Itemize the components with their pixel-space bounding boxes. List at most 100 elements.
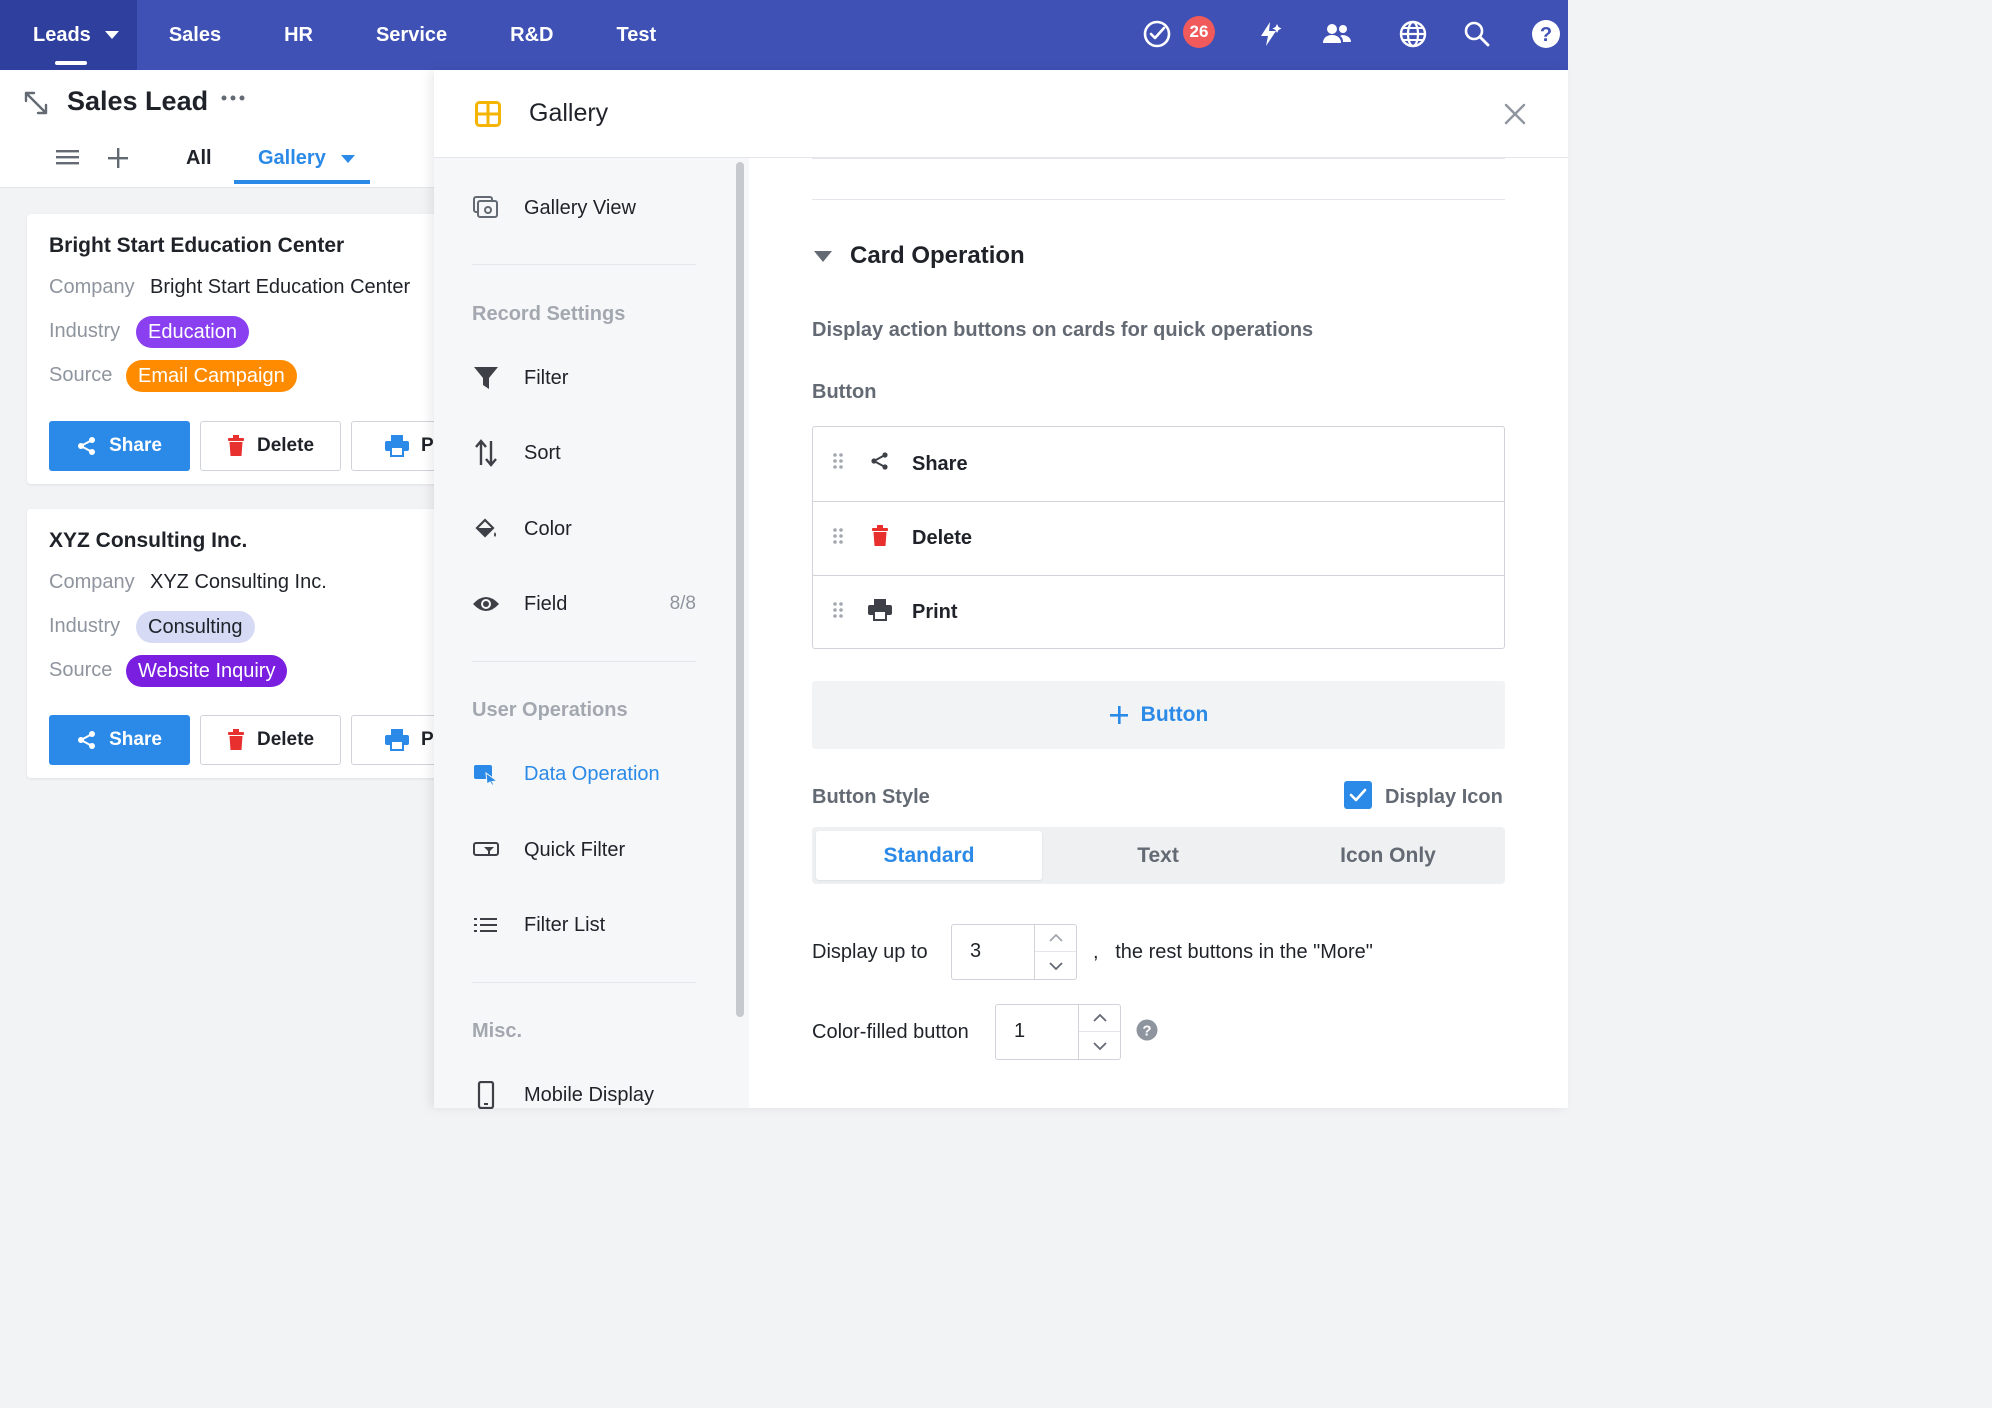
style-standard[interactable]: Standard xyxy=(816,831,1042,880)
chevron-down-icon[interactable] xyxy=(1079,1032,1120,1059)
gallery-grid-icon xyxy=(475,101,501,132)
share-button[interactable]: Share xyxy=(49,421,190,471)
eye-icon xyxy=(472,590,500,618)
delete-button[interactable]: Delete xyxy=(200,715,341,765)
nav-tab-test[interactable]: Test xyxy=(616,0,656,70)
share-button[interactable]: Share xyxy=(49,715,190,765)
nav-tab-rd[interactable]: R&D xyxy=(510,0,553,70)
add-view-icon[interactable] xyxy=(107,147,129,174)
sidebar-item-field[interactable]: Field 8/8 xyxy=(472,584,696,624)
add-button-label: Button xyxy=(1140,703,1209,726)
gallery-card[interactable]: XYZ Consulting Inc. Company XYZ Consulti… xyxy=(27,509,492,778)
plus-icon xyxy=(1109,706,1128,724)
tasks-check-icon[interactable] xyxy=(1140,17,1174,51)
nav-tab-hr[interactable]: HR xyxy=(284,0,313,70)
card-title: Bright Start Education Center xyxy=(49,234,345,257)
sort-icon xyxy=(472,439,500,467)
add-button[interactable]: Button xyxy=(812,681,1505,749)
display-icon-checkbox[interactable] xyxy=(1344,781,1372,809)
gallery-card[interactable]: Bright Start Education Center Company Br… xyxy=(27,214,492,484)
tab-all[interactable]: All xyxy=(186,147,212,170)
share-icon xyxy=(78,437,96,455)
globe-icon[interactable] xyxy=(1396,17,1430,51)
sidebar-item-filter-list[interactable]: Filter List xyxy=(472,905,696,945)
trash-icon xyxy=(871,524,889,553)
style-text[interactable]: Text xyxy=(1045,831,1271,880)
display-icon-label: Display Icon xyxy=(1385,786,1503,808)
mobile-phone-icon xyxy=(472,1081,500,1109)
list-menu-icon[interactable] xyxy=(56,148,80,173)
field-count: 8/8 xyxy=(669,593,696,614)
card-title: XYZ Consulting Inc. xyxy=(49,529,248,552)
sidebar-item-label: Field xyxy=(524,592,568,615)
collapse-arrows-icon[interactable] xyxy=(23,90,49,121)
svg-text:?: ? xyxy=(1142,1023,1151,1040)
list-header: Sales Lead All Gallery xyxy=(0,70,436,188)
drag-handle-icon[interactable] xyxy=(832,527,844,551)
section-title: Card Operation xyxy=(850,242,1025,269)
more-dots-icon[interactable] xyxy=(221,90,245,108)
collapse-caret-icon[interactable] xyxy=(814,251,832,262)
close-icon[interactable] xyxy=(1504,103,1526,130)
sidebar-item-data-operation[interactable]: Data Operation xyxy=(472,754,696,794)
industry-label: Industry xyxy=(49,320,121,342)
nav-tab-label: Sales xyxy=(168,23,222,46)
data-operation-icon xyxy=(472,760,500,788)
lightning-icon[interactable] xyxy=(1252,17,1286,51)
stepper-value: 3 xyxy=(970,940,982,962)
sidebar-scrollbar[interactable] xyxy=(736,162,744,1017)
notification-badge[interactable]: 26 xyxy=(1183,16,1215,48)
sidebar-item-filter[interactable]: Filter xyxy=(472,358,696,398)
sidebar-item-label: Filter xyxy=(524,366,569,389)
list-item[interactable]: Print xyxy=(813,575,1504,649)
stepper-controls xyxy=(1078,1005,1120,1059)
trash-icon xyxy=(227,435,244,456)
sidebar-item-color[interactable]: Color xyxy=(472,509,696,549)
color-filled-stepper[interactable]: 1 xyxy=(995,1004,1121,1060)
sidebar-item-label: Mobile Display xyxy=(524,1083,655,1106)
button-style-label: Button Style xyxy=(812,786,930,808)
tab-active-indicator xyxy=(234,180,370,184)
company-value: XYZ Consulting Inc. xyxy=(150,571,327,593)
users-icon[interactable] xyxy=(1320,17,1354,51)
share-icon xyxy=(870,451,890,477)
delete-label: Delete xyxy=(256,729,315,750)
settings-sidebar: Gallery View Record Settings Filter Sort… xyxy=(434,158,749,1109)
nav-tab-leads[interactable]: Leads xyxy=(0,0,137,70)
help-icon[interactable]: ? xyxy=(1529,17,1563,51)
chevron-up-icon[interactable] xyxy=(1079,1005,1120,1032)
checkmark-icon xyxy=(1349,788,1367,802)
drag-handle-icon[interactable] xyxy=(832,452,844,476)
sidebar-item-gallery-view[interactable]: Gallery View xyxy=(472,188,696,228)
chevron-down-icon[interactable] xyxy=(341,155,355,163)
source-label: Source xyxy=(49,659,113,681)
printer-icon xyxy=(868,598,892,627)
sidebar-item-label: Color xyxy=(524,517,572,540)
display-up-to-stepper[interactable]: 3 xyxy=(951,924,1077,980)
page-title: Sales Lead xyxy=(67,86,209,116)
source-tag: Email Campaign xyxy=(126,360,297,392)
svg-text:?: ? xyxy=(1540,24,1552,46)
share-icon xyxy=(78,731,96,749)
tab-gallery[interactable]: Gallery xyxy=(258,147,326,170)
button-name: Print xyxy=(912,601,958,623)
search-icon[interactable] xyxy=(1460,17,1494,51)
sidebar-item-quick-filter[interactable]: Quick Filter xyxy=(472,830,696,870)
chevron-down-icon[interactable] xyxy=(1035,952,1076,979)
drag-handle-icon[interactable] xyxy=(832,601,844,625)
style-icon-only[interactable]: Icon Only xyxy=(1275,831,1501,880)
button-name: Delete xyxy=(912,527,973,549)
company-label: Company xyxy=(49,571,135,593)
nav-tab-service[interactable]: Service xyxy=(376,0,447,70)
share-label: Share xyxy=(109,729,162,750)
panel-header: Gallery xyxy=(434,70,1568,158)
help-icon[interactable]: ? xyxy=(1136,1019,1158,1046)
sidebar-item-mobile-display[interactable]: Mobile Display xyxy=(472,1075,696,1115)
delete-button[interactable]: Delete xyxy=(200,421,341,471)
chevron-up-icon[interactable] xyxy=(1035,925,1076,952)
nav-tab-sales[interactable]: Sales xyxy=(169,0,221,70)
sidebar-item-sort[interactable]: Sort xyxy=(472,433,696,473)
list-item[interactable]: Delete xyxy=(813,501,1504,575)
panel-title: Gallery xyxy=(529,99,609,127)
list-item[interactable]: Share xyxy=(813,427,1504,501)
